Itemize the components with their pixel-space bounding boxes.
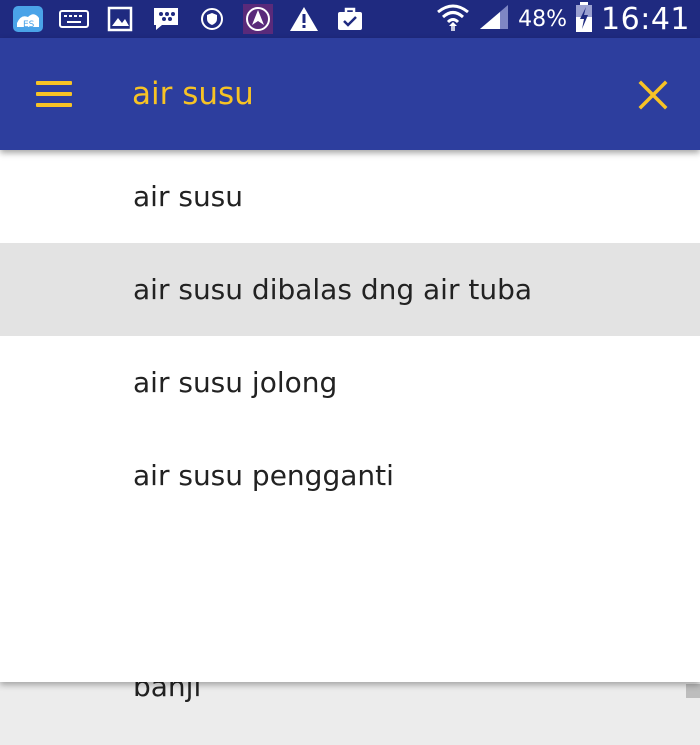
suggestion-item[interactable]: air susu dibalas dng air tuba: [0, 243, 700, 336]
search-suggestions: air susu air susu dibalas dng air tuba a…: [0, 150, 700, 682]
navigation-icon: [242, 4, 274, 34]
clock: 16:41: [601, 1, 690, 37]
hamburger-icon: [36, 81, 72, 85]
es-file-explorer-icon: ES: [12, 4, 44, 34]
status-bar: ES 48% 16:41: [0, 0, 700, 38]
image-icon: [104, 4, 136, 34]
svg-text:ES: ES: [23, 20, 35, 30]
suggestion-item[interactable]: air susu pengganti: [0, 429, 700, 522]
close-icon: [638, 80, 668, 110]
wifi-icon: [436, 2, 470, 36]
keyboard-icon: [58, 4, 90, 34]
suggestion-item[interactable]: air susu: [0, 150, 700, 243]
suggestion-item[interactable]: air susu jolong: [0, 336, 700, 429]
signal-icon: [478, 3, 510, 35]
menu-button[interactable]: [28, 72, 80, 116]
warning-icon: [288, 4, 320, 34]
scrollbar-thumb[interactable]: [686, 684, 700, 698]
bbm-icon: [150, 4, 182, 34]
search-input[interactable]: [132, 68, 602, 120]
app-bar: [0, 38, 700, 150]
briefcase-icon: [334, 4, 366, 34]
shield-icon: [196, 4, 228, 34]
clear-search-button[interactable]: [630, 72, 676, 118]
battery-percent: 48%: [518, 6, 568, 32]
battery-charging-icon: [575, 2, 593, 36]
